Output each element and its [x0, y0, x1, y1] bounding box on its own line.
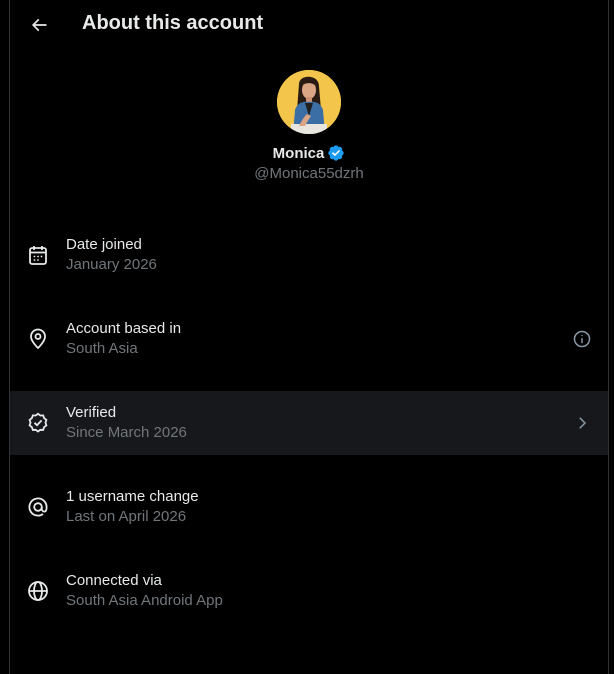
detail-title: Account based in [66, 320, 182, 337]
page-title: About this account [82, 12, 264, 34]
detail-row-account-based-in: Account based in South Asia [10, 307, 608, 371]
verified-badge-icon [327, 144, 345, 162]
detail-title: Date joined [66, 236, 142, 253]
detail-row-connected-via: Connected via South Asia Android App [10, 559, 608, 623]
detail-value: South Asia Android App [66, 592, 223, 609]
name-row: Monica [10, 143, 608, 163]
display-name: Monica [272, 144, 325, 162]
page-header: About this account [10, 0, 608, 50]
avatar[interactable] [277, 70, 341, 134]
detail-row-date-joined: Date joined January 2026 [10, 223, 608, 287]
detail-title: Verified [66, 404, 117, 421]
location-pin-icon [26, 327, 50, 351]
calendar-icon [26, 243, 50, 267]
username-handle: @Monica55dzrh [254, 165, 364, 182]
detail-value: Since March 2026 [66, 424, 187, 441]
detail-title: 1 username change [66, 488, 199, 505]
profile-summary: Monica @Monica55dzrh [10, 68, 608, 188]
chevron-right-icon [573, 414, 591, 432]
about-account-page: About this account Monica @Monica55dzrh … [0, 0, 614, 674]
detail-title: Connected via [66, 572, 162, 589]
info-button[interactable] [570, 327, 594, 351]
arrow-left-icon [29, 15, 49, 35]
column-border-right [608, 0, 609, 674]
profile-photo [277, 70, 341, 134]
detail-value: South Asia [66, 340, 138, 357]
account-details-list: Date joined January 2026 Account based i… [10, 223, 608, 643]
at-sign-icon [26, 495, 50, 519]
globe-icon [26, 579, 50, 603]
detail-value: Last on April 2026 [66, 508, 187, 525]
verified-details-button[interactable] [570, 411, 594, 435]
detail-value: January 2026 [66, 256, 157, 273]
back-button[interactable] [22, 8, 56, 42]
info-icon [572, 329, 592, 349]
detail-row-username-change: 1 username change Last on April 2026 [10, 475, 608, 539]
detail-row-verified[interactable]: Verified Since March 2026 [10, 391, 608, 455]
verified-check-icon [26, 411, 50, 435]
